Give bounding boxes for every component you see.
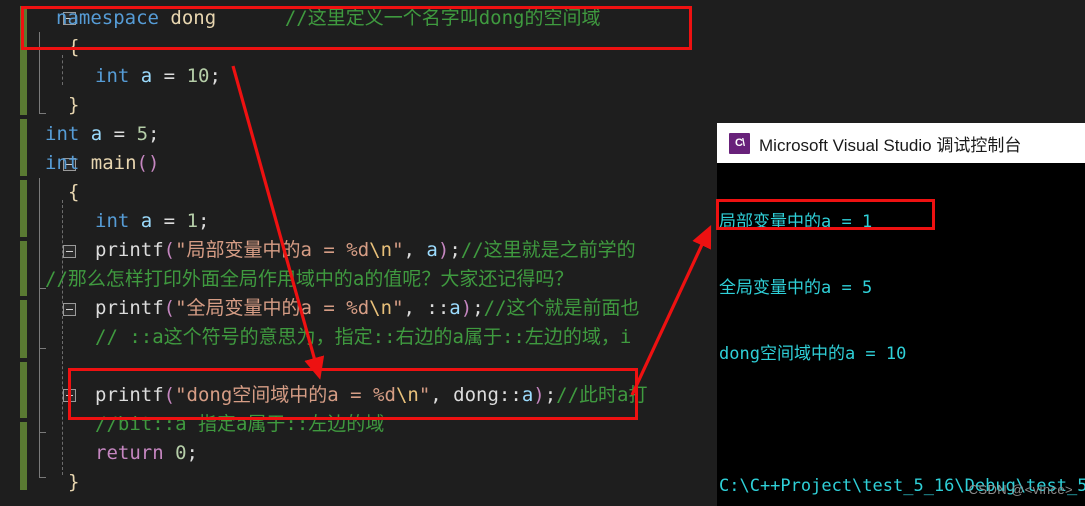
console-output-line: 全局变量中的a = 5 bbox=[719, 278, 873, 298]
token-string: "全局变量中的a = %d bbox=[175, 297, 370, 319]
token-var-a: a bbox=[521, 384, 534, 406]
code-line[interactable]: int a = 10; bbox=[0, 62, 1085, 91]
token-keyword-return: return bbox=[95, 442, 164, 464]
token-fn-printf: printf bbox=[95, 297, 164, 319]
token-var-a: a bbox=[140, 210, 153, 232]
code-line[interactable]: { bbox=[0, 33, 1085, 62]
visual-studio-console-icon: C\ bbox=[729, 132, 750, 154]
token-comment: //这个就是前面也 bbox=[483, 297, 640, 319]
code-line[interactable]: } bbox=[0, 91, 1085, 120]
token-number: 1 bbox=[186, 210, 199, 232]
token-var-a: a bbox=[90, 123, 103, 145]
token-qualified-name: dong:: bbox=[453, 384, 522, 406]
console-titlebar[interactable]: C\ Microsoft Visual Studio 调试控制台 bbox=[717, 123, 1085, 163]
debug-console-window[interactable]: C\ Microsoft Visual Studio 调试控制台 局部变量中的a… bbox=[717, 123, 1085, 506]
token-brace: } bbox=[68, 94, 80, 116]
screenshot-root: namespace dong //这里定义一个名字叫dong的空间域 { int… bbox=[0, 0, 1085, 506]
token-string: "dong空间域中的a = %d bbox=[175, 384, 396, 406]
token-keyword-int: int bbox=[95, 65, 130, 87]
console-output-line: dong空间域中的a = 10 bbox=[719, 344, 907, 364]
token-fn-printf: printf bbox=[95, 239, 164, 261]
token-comment: // ::a这个符号的意思为，指定::右边的a属于::左边的域，i bbox=[95, 326, 632, 348]
token-number: 10 bbox=[186, 65, 210, 87]
csdn-watermark: CSDN @<vince> bbox=[968, 482, 1073, 497]
token-number: 5 bbox=[136, 123, 149, 145]
token-var-a: a bbox=[426, 239, 438, 261]
token-comment: //这里就是之前学的 bbox=[460, 239, 636, 261]
console-title: Microsoft Visual Studio 调试控制台 bbox=[759, 135, 1022, 155]
token-comment: //那么怎样打印外面全局作用域中的a的值呢？大家还记得吗？ bbox=[45, 268, 574, 290]
token-comment: //bit::a 指定a属于::左边的域 bbox=[95, 413, 385, 435]
token-var-a: a bbox=[140, 65, 153, 87]
token-keyword-int: int bbox=[45, 123, 80, 145]
code-line[interactable]: namespace dong //这里定义一个名字叫dong的空间域 bbox=[0, 4, 1085, 33]
token-comment: //此时a打 bbox=[556, 384, 648, 406]
token-brace: { bbox=[68, 36, 80, 58]
token-brace: { bbox=[68, 181, 80, 203]
token-keyword-int: int bbox=[45, 152, 80, 174]
token-fn-printf: printf bbox=[95, 384, 164, 406]
token-string: "局部变量中的a = %d bbox=[175, 239, 370, 261]
console-output-line: 局部变量中的a = 1 bbox=[719, 212, 873, 232]
token-keyword-namespace: namespace bbox=[56, 7, 159, 29]
token-fn-main: main bbox=[90, 152, 137, 174]
token-namespace-name: dong bbox=[170, 7, 217, 29]
token-var-a: a bbox=[449, 297, 461, 319]
token-brace: } bbox=[68, 471, 80, 493]
console-output: 局部变量中的a = 1 全局变量中的a = 5 dong空间域中的a = 10 … bbox=[717, 163, 1085, 506]
token-keyword-int: int bbox=[95, 210, 130, 232]
token-number: 0 bbox=[175, 442, 187, 464]
token-comment: //这里定义一个名字叫dong的空间域 bbox=[284, 7, 601, 29]
